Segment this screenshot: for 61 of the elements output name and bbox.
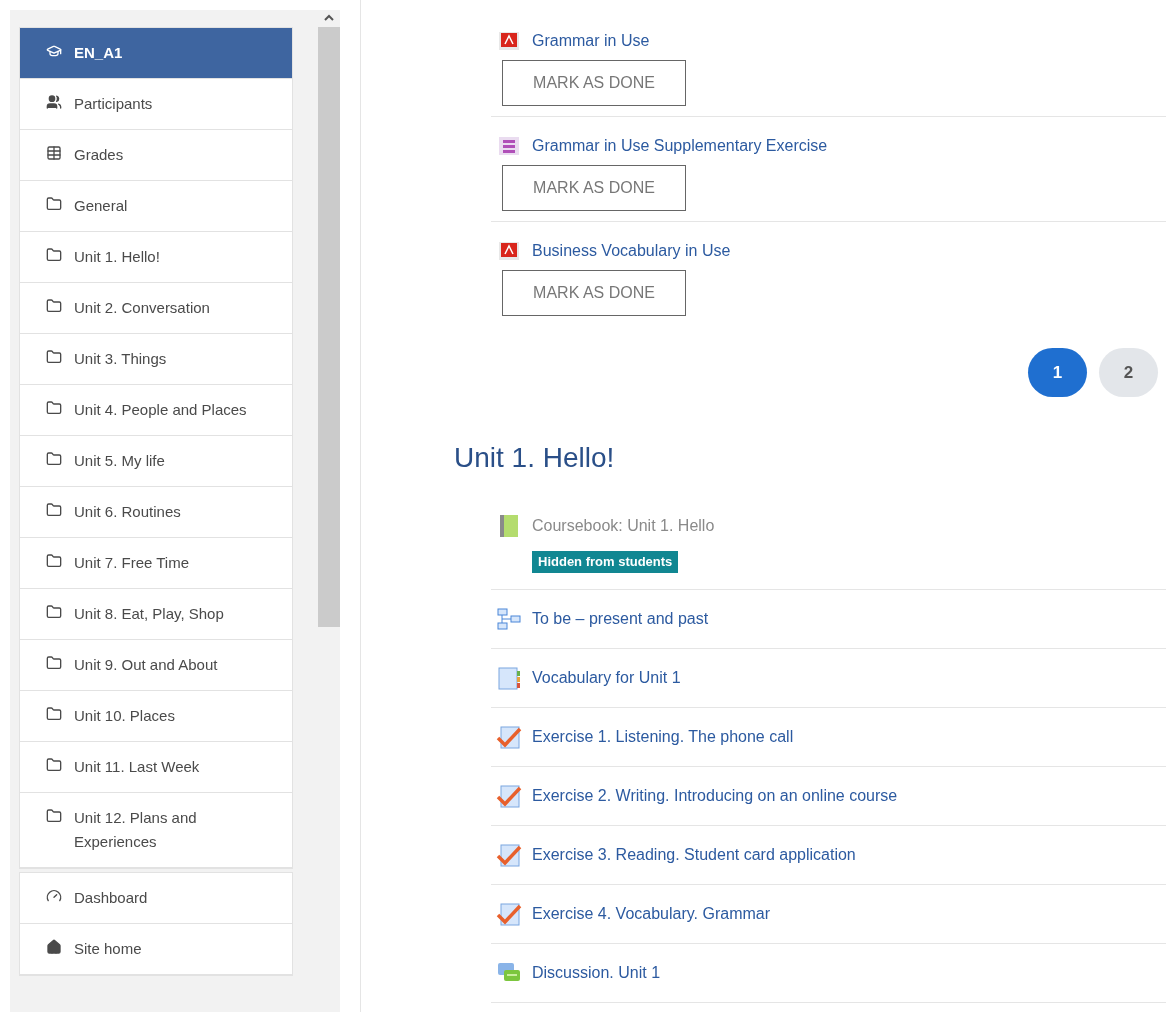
nav-item[interactable]: Unit 9. Out and About bbox=[20, 640, 292, 691]
nav-item[interactable]: Unit 8. Eat, Play, Shop bbox=[20, 589, 292, 640]
nav-item[interactable]: Unit 1. Hello! bbox=[20, 232, 292, 283]
page-button[interactable]: 1 bbox=[1028, 348, 1087, 397]
folder-icon bbox=[46, 655, 62, 671]
nav-item[interactable]: Site home bbox=[20, 924, 292, 975]
users-icon bbox=[46, 94, 62, 110]
folder-icon bbox=[46, 604, 62, 620]
page-button[interactable]: 2 bbox=[1099, 348, 1158, 397]
nav-item[interactable]: Unit 6. Routines bbox=[20, 487, 292, 538]
activity-link[interactable]: Exercise 3. Reading. Student card application bbox=[532, 842, 856, 867]
activity-link[interactable]: To be – present and past bbox=[532, 606, 709, 631]
folder-icon bbox=[46, 808, 62, 824]
glossary-icon bbox=[496, 664, 522, 691]
gauge-icon bbox=[46, 888, 62, 904]
nav-item[interactable]: Grades bbox=[20, 130, 292, 181]
activity-link[interactable]: Exercise 4. Vocabulary. Grammar bbox=[532, 901, 770, 926]
graduation-cap-icon bbox=[46, 43, 62, 59]
quiz-check-icon bbox=[496, 782, 522, 809]
folder-icon bbox=[46, 196, 62, 212]
quiz-check-icon bbox=[496, 841, 522, 868]
activity-link[interactable]: Exercise 1. Listening. The phone call bbox=[532, 724, 794, 749]
nav-item[interactable]: Dashboard bbox=[20, 873, 292, 924]
scrollbar-thumb[interactable] bbox=[318, 27, 340, 627]
folder-icon bbox=[46, 757, 62, 773]
home-icon bbox=[46, 939, 62, 955]
folder-icon bbox=[46, 400, 62, 416]
mark-as-done-button[interactable]: MARK AS DONE bbox=[502, 165, 686, 211]
folder-icon bbox=[46, 451, 62, 467]
activity-link[interactable]: Discussion. Unit 1 bbox=[532, 960, 661, 985]
activity-link[interactable]: Business Vocabulary in Use bbox=[532, 239, 731, 263]
hidden-badge: Hidden from students bbox=[532, 551, 679, 573]
activity-link[interactable]: Vocabulary for Unit 1 bbox=[532, 665, 681, 690]
nav-item[interactable]: Unit 2. Conversation bbox=[20, 283, 292, 334]
folder-icon bbox=[46, 247, 62, 263]
nav-item[interactable]: Participants bbox=[20, 79, 292, 130]
activity-link[interactable]: Grammar in Use bbox=[532, 29, 650, 53]
nav-item[interactable]: Unit 4. People and Places bbox=[20, 385, 292, 436]
nav-item[interactable]: Unit 5. My life bbox=[20, 436, 292, 487]
mark-as-done-button[interactable]: MARK AS DONE bbox=[502, 60, 686, 106]
nav-item[interactable]: Unit 12. Plans and Experiences bbox=[20, 793, 292, 868]
folder-icon bbox=[46, 349, 62, 365]
folder-icon bbox=[46, 553, 62, 569]
activity-link[interactable]: Coursebook: Unit 1. Hello bbox=[532, 514, 715, 538]
table-icon bbox=[46, 145, 62, 161]
folder-icon bbox=[46, 502, 62, 518]
activity-link[interactable]: Grammar in Use Supplementary Exercise bbox=[532, 134, 828, 158]
folder-icon bbox=[46, 706, 62, 722]
nav-item[interactable]: EN_A1 bbox=[20, 28, 292, 79]
nav-item[interactable]: Unit 7. Free Time bbox=[20, 538, 292, 589]
nav-item[interactable]: Unit 10. Places bbox=[20, 691, 292, 742]
folder-icon bbox=[46, 298, 62, 314]
quiz-check-icon bbox=[496, 900, 522, 927]
nav-item[interactable]: Unit 11. Last Week bbox=[20, 742, 292, 793]
nav-item[interactable]: Unit 3. Things bbox=[20, 334, 292, 385]
section-title: Unit 1. Hello! bbox=[454, 441, 616, 475]
quiz-check-icon bbox=[496, 723, 522, 750]
flowchart-icon bbox=[496, 605, 522, 632]
nav-item[interactable]: General bbox=[20, 181, 292, 232]
activity-link[interactable]: Exercise 2. Writing. Introducing on an online course bbox=[532, 783, 898, 808]
mark-as-done-button[interactable]: MARK AS DONE bbox=[502, 270, 686, 316]
